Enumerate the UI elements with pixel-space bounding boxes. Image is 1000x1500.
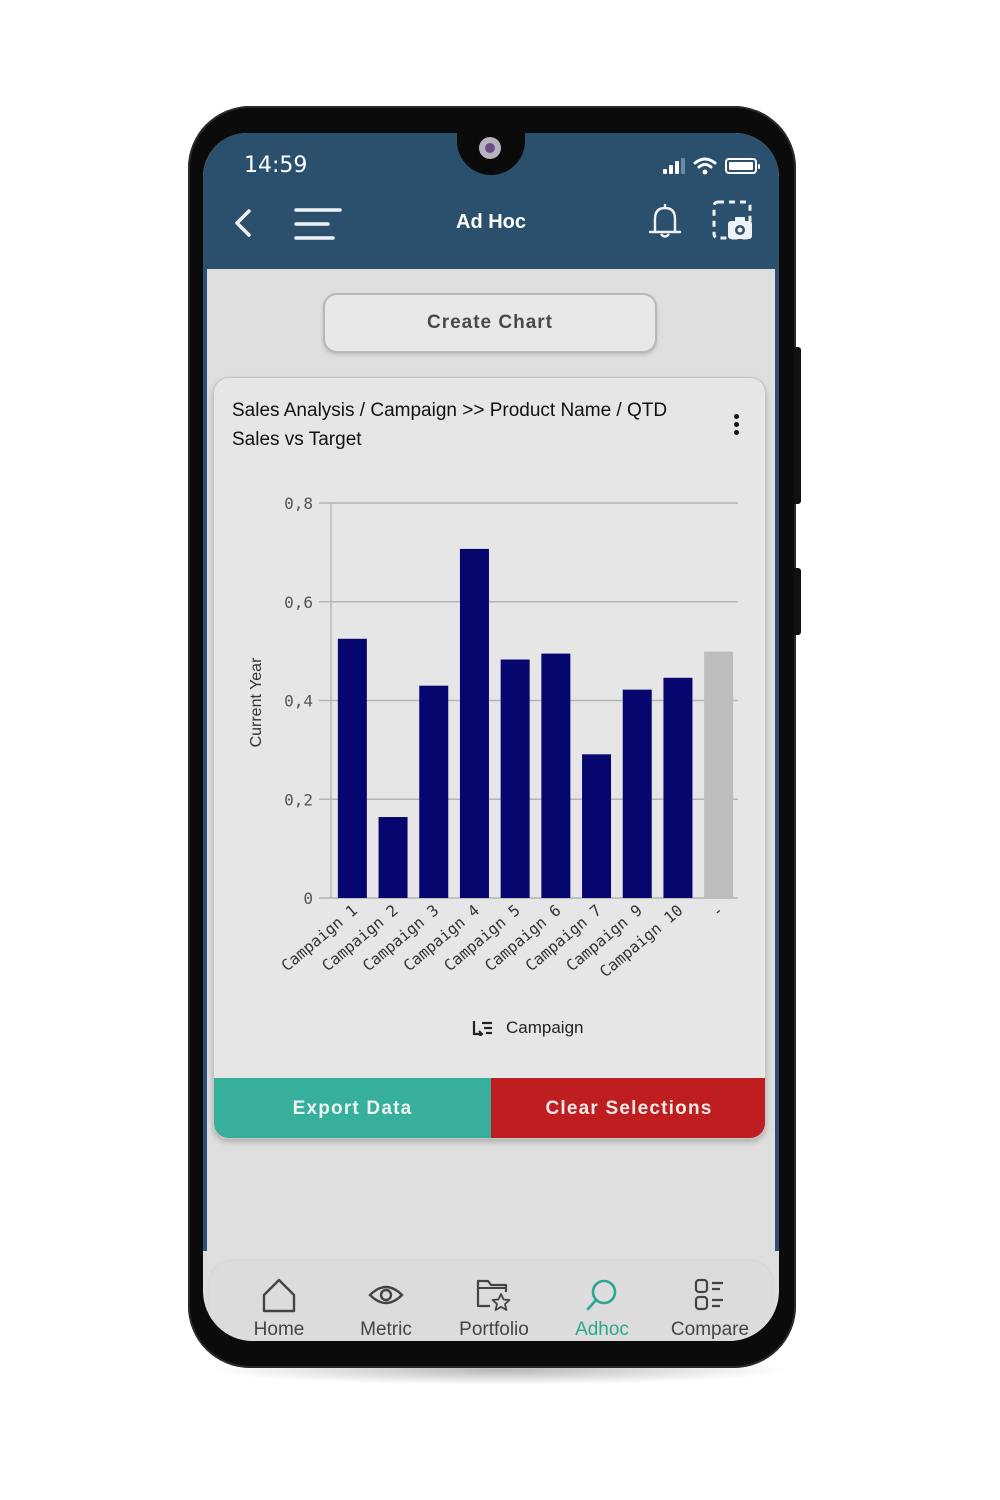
clear-selections-button[interactable]: Clear Selections [491,1078,765,1138]
chevron-left-icon [235,209,251,237]
bell-icon [648,204,682,238]
y-axis-title: Current Year [248,657,265,748]
front-camera [479,137,501,159]
nav-label: Home [253,1319,305,1340]
home-icon [262,1278,296,1313]
nav-label: Portfolio [459,1319,529,1340]
legend-label: Campaign [506,1018,584,1037]
nav-label: Adhoc [575,1319,629,1340]
bar [704,651,734,898]
nav-label: Compare [670,1319,750,1340]
notifications-button[interactable] [647,203,683,241]
screen-edge-left [203,263,207,1251]
search-icon [586,1279,617,1311]
compare-list-icon [694,1278,723,1311]
y-tick-label: 0,4 [284,692,313,711]
back-button[interactable] [229,205,259,241]
export-data-button[interactable]: Export Data [214,1078,491,1138]
x-tick-label: - [708,901,727,921]
y-tick-label: 0,6 [284,593,313,612]
app-header: 14:59 Ad Hoc [203,133,779,269]
nav-item-adhoc[interactable]: Adhoc [547,1275,657,1341]
nav-item-home[interactable]: Home [224,1275,334,1341]
bar [541,653,571,898]
menu-button[interactable] [293,207,343,241]
folder-star-icon [476,1279,511,1311]
y-tick-label: 0,2 [284,790,313,809]
eye-icon [368,1285,404,1305]
chart-legend[interactable]: Campaign [472,1018,584,1038]
power-button [794,568,801,635]
nav-item-portfolio[interactable]: Portfolio [439,1275,549,1341]
header-nav-row: Ad Hoc [203,199,779,249]
bar [419,685,449,898]
chart-card: Sales Analysis / Campaign >> Product Nam… [213,377,766,1139]
card-actions: Export Data Clear Selections [214,1078,765,1138]
screen-edge-right [775,263,779,1251]
phone-screen: 14:59 Ad Hoc Create Chart Sales Analysis… [203,133,779,1341]
nav-item-metric[interactable]: Metric [331,1275,441,1341]
bar [582,754,612,898]
y-tick-label: 0,8 [284,494,313,513]
create-chart-button[interactable]: Create Chart [323,293,657,353]
status-icons [663,157,760,175]
sort-list-icon [472,1021,492,1036]
screenshot-button[interactable] [711,199,755,243]
bar [337,638,367,898]
hamburger-menu-icon [294,208,342,240]
wifi-icon [693,157,717,175]
bar [622,689,652,898]
nav-label: Metric [360,1319,412,1340]
status-time: 14:59 [244,153,308,178]
screenshot-camera-icon [712,200,752,240]
signal-icon [663,158,685,174]
bottom-navigation: Home Metric Portfolio Adhoc Compare [209,1261,773,1341]
page-title: Ad Hoc [456,211,526,233]
bar [459,548,489,898]
bar [500,659,530,898]
bar-chart: 00,20,40,60,8Current YearCampaign 1Campa… [248,494,738,981]
nav-item-compare[interactable]: Compare [655,1275,765,1341]
bar [378,817,408,898]
y-tick-label: 0 [303,889,313,908]
battery-icon [725,158,760,174]
bar [663,677,693,898]
volume-button [794,347,801,504]
